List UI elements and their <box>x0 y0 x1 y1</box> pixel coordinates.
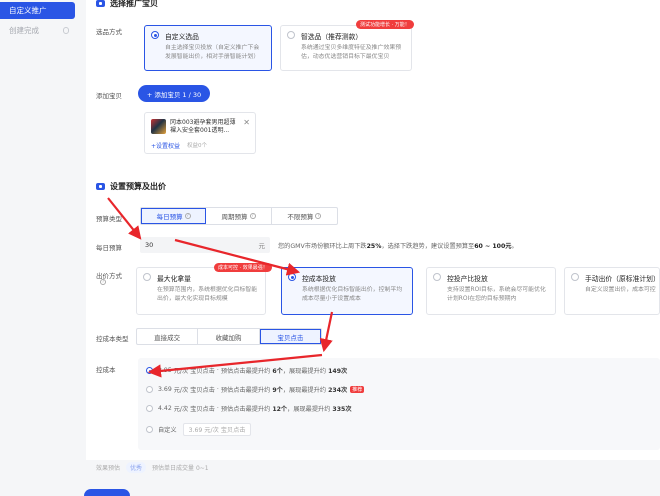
radio-icon[interactable] <box>143 273 151 281</box>
card-title: 自定义选品 <box>165 33 199 41</box>
bid-card-max-volume[interactable]: 最大化拿量 在预算范围内，系统根据优化目标智能出价，最大化实现目标规模 <box>136 267 266 315</box>
add-product-button[interactable]: + 添加宝贝 1 / 30 <box>138 85 210 102</box>
radio-icon[interactable] <box>287 31 295 39</box>
sidebar-item-custom-promo[interactable]: 自定义推广 <box>0 2 75 19</box>
budget-type-period[interactable]: 周期预算? <box>206 208 272 224</box>
set-benefit-link[interactable]: +设置权益 <box>151 141 180 150</box>
promo-badge: 测试功能增长 · 万能！ <box>356 20 414 29</box>
help-icon: ? <box>184 213 191 219</box>
budget-input[interactable]: 30 元 <box>140 237 270 253</box>
radio-selected-icon[interactable] <box>288 273 296 281</box>
bid-method-label: 出价方式 <box>96 272 122 280</box>
help-icon: ? <box>100 279 106 285</box>
custom-cost-input[interactable]: 3.69 元/次 宝贝点击 <box>182 423 252 436</box>
section-title-promo: 选择推广宝贝 <box>96 0 158 9</box>
budget-unit: 元 <box>258 242 266 250</box>
bid-card-cost-control[interactable]: 控成本投放 系统根据优化目标智能出价，控制平均成本尽量小于设置成本 <box>281 267 413 315</box>
product-name: 冈本003避孕套男用超薄裸入安全套001透明... <box>170 119 236 134</box>
card-title: 智选品（推荐测款） <box>301 33 363 41</box>
benefit-count: 权益0个 <box>187 143 207 149</box>
lock-icon <box>63 27 69 34</box>
card-desc: 在预算范围内，系统根据优化目标智能出价，最大化实现目标规模 <box>157 287 258 302</box>
close-icon[interactable]: ✕ <box>243 118 250 127</box>
radio-selected-icon[interactable] <box>146 367 153 374</box>
section-icon <box>96 0 105 7</box>
next-step-button[interactable] <box>84 489 130 496</box>
budget-type-label: 预算类型 <box>96 215 122 223</box>
recommend-tag: 推荐 <box>350 386 365 393</box>
card-desc: 支持设置ROI目标，系统会尽可能优化计划ROI在您的目标预期内 <box>447 287 546 302</box>
cost-options-box: 2.95 元/次 宝贝点击 · 预估点击最提升约 6个，展现最提升约 149次 … <box>138 358 660 450</box>
card-title: 手动出价（原标准计划） <box>585 275 660 283</box>
budget-type-segmented: 每日预算? 周期预算? 不限预算? <box>140 207 338 225</box>
card-title: 控成本投放 <box>302 275 336 283</box>
radio-selected-icon[interactable] <box>151 31 159 39</box>
cost-type-label: 控成本类型 <box>96 335 129 343</box>
radio-icon[interactable] <box>146 426 153 433</box>
section-icon <box>96 183 105 190</box>
card-desc: 系统通过宝贝多维度特征及推广效果预估，动态优选营销目标下最优宝贝 <box>301 45 402 60</box>
budget-value: 30 <box>145 241 154 249</box>
budget-label: 每日预算 <box>96 244 122 252</box>
section-title-budget: 设置预算及出价 <box>96 181 166 192</box>
budget-hint: 您的GMV市场份额环比上周下跌25%，选择下跌趋势，建议设置预算至60 ~ 10… <box>278 243 518 250</box>
add-product-label: 添加宝贝 <box>96 92 122 100</box>
radio-icon[interactable] <box>146 386 153 393</box>
budget-type-unlimited[interactable]: 不限预算? <box>272 208 337 224</box>
method-card-custom[interactable]: 自定义选品 自主选择宝贝投放（自定义推广下会发展智能出价，相对手册智能计划） <box>144 25 272 71</box>
cost-option-3[interactable]: 4.42 元/次 宝贝点击 · 预估点击最提升约 12个，展现最提升约 335次 <box>146 404 352 413</box>
sidebar: 自定义推广 创建完成 <box>0 0 78 496</box>
card-desc: 系统根据优化目标智能出价，控制平均成本尽量小于设置成本 <box>302 287 403 302</box>
sidebar-item-label: 自定义推广 <box>9 6 47 15</box>
help-icon: ? <box>315 213 322 219</box>
cost-option-2[interactable]: 3.69 元/次 宝贝点击 · 预估点击最提升约 9个，展现最提升约 234次推… <box>146 385 365 394</box>
bid-badge: 成本可控 · 效果最强！ <box>214 263 272 272</box>
help-icon: ? <box>249 213 256 219</box>
product-card: 冈本003避孕套男用超薄裸入安全套001透明... ✕ +设置权益 权益0个 <box>144 112 256 154</box>
cost-type-segmented: 直接成交 收藏加购 宝贝点击 <box>136 328 322 345</box>
card-desc: 自主选择宝贝投放（自定义推广下会发展智能出价，相对手册智能计划） <box>165 45 260 60</box>
card-title: 控投产比投放 <box>447 275 488 283</box>
cost-type-fav-cart[interactable]: 收藏加购 <box>198 329 260 344</box>
cost-option-1[interactable]: 2.95 元/次 宝贝点击 · 预估点击最提升约 6个，展现最提升约 149次 <box>146 366 347 375</box>
product-thumbnail <box>151 119 166 134</box>
radio-icon[interactable] <box>433 273 441 281</box>
card-title: 最大化拿量 <box>157 275 191 283</box>
method-card-smart[interactable]: 智选品（推荐测款） 系统通过宝贝多维度特征及推广效果预估，动态优选营销目标下最优… <box>280 25 412 71</box>
card-desc: 自定义设置出价，成本可控 <box>585 287 656 293</box>
budget-type-daily[interactable]: 每日预算? <box>141 208 207 224</box>
radio-icon[interactable] <box>571 273 579 281</box>
effect-badge: 优秀 <box>126 462 147 473</box>
bid-card-manual[interactable]: 手动出价（原标准计划） 自定义设置出价，成本可控 <box>564 267 660 315</box>
effect-estimate: 效果预估 优秀 预估单日成交量 0~1 <box>96 462 209 473</box>
radio-icon[interactable] <box>146 405 153 412</box>
bid-card-roi[interactable]: 控投产比投放 支持设置ROI目标，系统会尽可能优化计划ROI在您的目标预期内 <box>426 267 556 315</box>
cost-type-click[interactable]: 宝贝点击 <box>259 329 321 344</box>
target-cost-label: 控成本 <box>96 366 116 374</box>
sidebar-item-label: 创建完成 <box>9 26 39 35</box>
main-panel: 选择推广宝贝 选品方式 自定义选品 自主选择宝贝投放（自定义推广下会发展智能出价… <box>86 0 660 473</box>
cost-option-custom[interactable]: 自定义 3.69 元/次 宝贝点击 <box>146 423 252 436</box>
method-label: 选品方式 <box>96 28 122 36</box>
cost-type-direct-deal[interactable]: 直接成交 <box>137 329 199 344</box>
sidebar-item-create-done: 创建完成 <box>0 22 75 39</box>
